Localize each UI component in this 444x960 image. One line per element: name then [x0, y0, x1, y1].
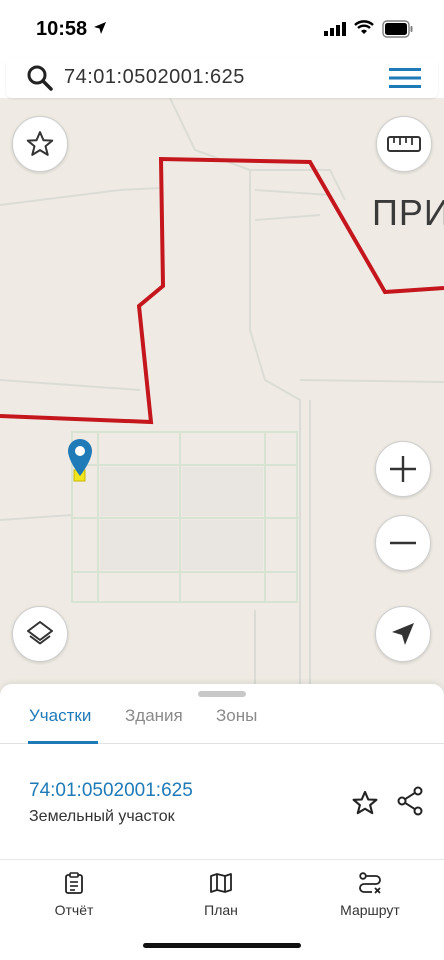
search-bar[interactable]: 74:01:0502001:625 [6, 58, 438, 98]
report-icon [65, 872, 83, 894]
status-time: 10:58 [36, 18, 88, 40]
my-location-button[interactable] [375, 606, 431, 662]
map-roads [0, 98, 444, 698]
tab-zones[interactable]: Зоны [216, 706, 257, 726]
share-icon[interactable] [396, 786, 424, 816]
signal-icon [324, 22, 346, 36]
search-input[interactable]: 74:01:0502001:625 [64, 66, 245, 89]
map-view[interactable]: ПРИУ [0, 98, 444, 698]
location-arrow-icon [94, 22, 106, 34]
layers-button[interactable] [12, 606, 68, 662]
star-icon[interactable] [351, 789, 379, 817]
map-plan-icon [210, 873, 232, 893]
route-icon [359, 872, 381, 894]
favorite-button[interactable] [12, 116, 68, 172]
home-indicator[interactable] [143, 943, 301, 948]
nav-route-label: Маршрут [340, 902, 400, 918]
search-icon[interactable] [26, 64, 54, 92]
star-icon [26, 131, 54, 156]
battery-icon [382, 20, 413, 38]
map-canvas[interactable] [0, 98, 444, 698]
ruler-icon [387, 136, 421, 152]
zoom-in-icon [390, 456, 416, 482]
sheet-tabs: Участки Здания Зоны [0, 702, 444, 744]
nav-plan-label: План [204, 902, 238, 918]
settlement-grid [71, 431, 300, 603]
nav-plan[interactable]: План [171, 872, 271, 918]
menu-icon[interactable] [389, 67, 421, 89]
zoom-out-button[interactable] [375, 515, 431, 571]
result-item[interactable]: 74:01:0502001:625 Земельный участок [0, 744, 444, 860]
zoom-out-icon [390, 541, 416, 545]
nav-report[interactable]: Отчёт [24, 872, 124, 918]
layers-icon [27, 621, 53, 645]
tab-parcels[interactable]: Участки [29, 706, 91, 726]
zoom-in-button[interactable] [375, 441, 431, 497]
place-label: ПРИУ [372, 192, 444, 233]
ruler-button[interactable] [376, 116, 432, 172]
sheet-drag-handle[interactable] [198, 691, 246, 697]
my-location-icon [392, 623, 414, 645]
result-cadastral-number[interactable]: 74:01:0502001:625 [29, 780, 193, 802]
tab-buildings[interactable]: Здания [125, 706, 183, 726]
status-bar: 10:58 [0, 0, 444, 58]
nav-report-label: Отчёт [54, 902, 94, 918]
result-type: Земельный участок [29, 808, 175, 825]
nav-route[interactable]: Маршрут [320, 872, 420, 918]
wifi-icon [354, 20, 374, 34]
